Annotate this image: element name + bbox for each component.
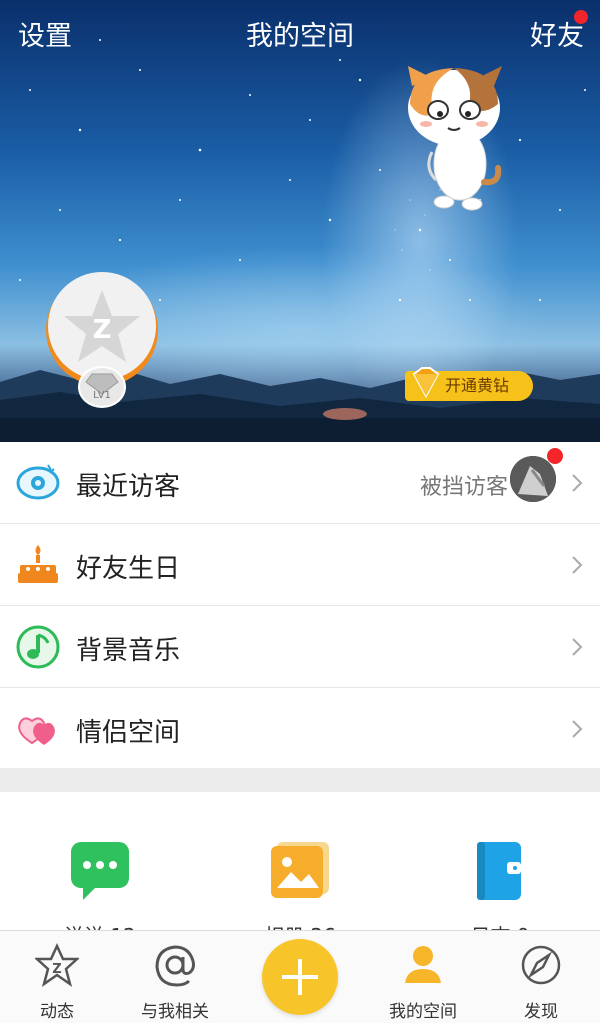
chevron-right-icon	[572, 556, 583, 574]
menu-label: 最近访客	[76, 472, 181, 502]
friends-notification-dot	[574, 10, 588, 24]
speech-bubble-icon	[71, 842, 129, 900]
compass-icon	[521, 945, 561, 985]
cat-sticker[interactable]	[398, 64, 510, 212]
menu-label: 好友生日	[76, 554, 181, 584]
eye-icon	[16, 464, 60, 500]
nav-label: 我的空间	[389, 1002, 457, 1022]
svg-text:Z: Z	[52, 962, 61, 977]
visitor-notification-dot	[547, 448, 563, 464]
menu-row-friend-birthday[interactable]: 好友生日	[0, 524, 600, 606]
nav-label: 与我相关	[141, 1002, 209, 1022]
chevron-right-icon	[572, 720, 583, 738]
plus-icon	[282, 959, 318, 995]
top-bar: 设置 我的空间 好友	[0, 0, 600, 66]
shortcut-shuoshuo[interactable]: 说说 12	[40, 840, 160, 932]
section-divider	[0, 768, 600, 792]
level-badge[interactable]: LV1	[78, 366, 126, 408]
chevron-right-icon	[572, 474, 583, 492]
photo-album-icon	[271, 842, 329, 898]
music-note-icon	[16, 625, 60, 669]
nav-feed[interactable]: Z 动态	[2, 943, 112, 1022]
nav-mentions[interactable]: 与我相关	[120, 943, 230, 1022]
menu-label: 背景音乐	[76, 636, 181, 666]
qzone-star-icon: Z	[64, 290, 140, 362]
svg-text:Z: Z	[93, 315, 112, 345]
birthday-cake-icon	[18, 545, 58, 583]
person-icon	[405, 946, 441, 983]
page-title: 我的空间	[246, 21, 354, 52]
publish-plus-button[interactable]	[262, 939, 338, 1015]
at-icon	[155, 945, 195, 987]
star-z-icon: Z	[33, 943, 81, 987]
menu-row-recent-visitors[interactable]: 最近访客 被挡访客	[0, 442, 600, 524]
level-text: LV1	[93, 390, 111, 401]
avatar-placeholder: Z	[48, 272, 156, 380]
menu-row-couple-space[interactable]: 情侣空间	[0, 688, 600, 770]
diary-icon	[477, 842, 521, 900]
yellow-diamond-icon	[412, 367, 440, 399]
nav-label: 动态	[40, 1002, 74, 1022]
menu-row-background-music[interactable]: 背景音乐	[0, 606, 600, 688]
chevron-right-icon	[572, 638, 583, 656]
visitor-avatar[interactable]	[510, 456, 556, 502]
bottom-navigation: Z 动态 与我相关 我的空间 发现	[0, 930, 600, 1023]
menu-list: 最近访客 被挡访客 好友生日 背景音乐 情侣空间	[0, 442, 600, 770]
shortcut-album[interactable]: 相册 26	[240, 840, 360, 932]
hearts-icon	[18, 717, 55, 745]
nav-label: 发现	[524, 1002, 558, 1022]
shortcut-diary[interactable]: 日志 0	[440, 840, 560, 932]
cover-banner[interactable]: 设置 我的空间 好友 Z LV1 开通黄钻	[0, 0, 600, 442]
visitor-photo	[510, 456, 556, 502]
content-shortcuts: 说说 12 相册 26 日志 0	[0, 792, 600, 932]
blocked-visitors-label[interactable]: 被挡访客	[420, 469, 508, 501]
menu-label: 情侣空间	[76, 718, 181, 748]
nav-discover[interactable]: 发现	[486, 943, 596, 1022]
nav-my-space[interactable]: 我的空间	[368, 943, 478, 1022]
